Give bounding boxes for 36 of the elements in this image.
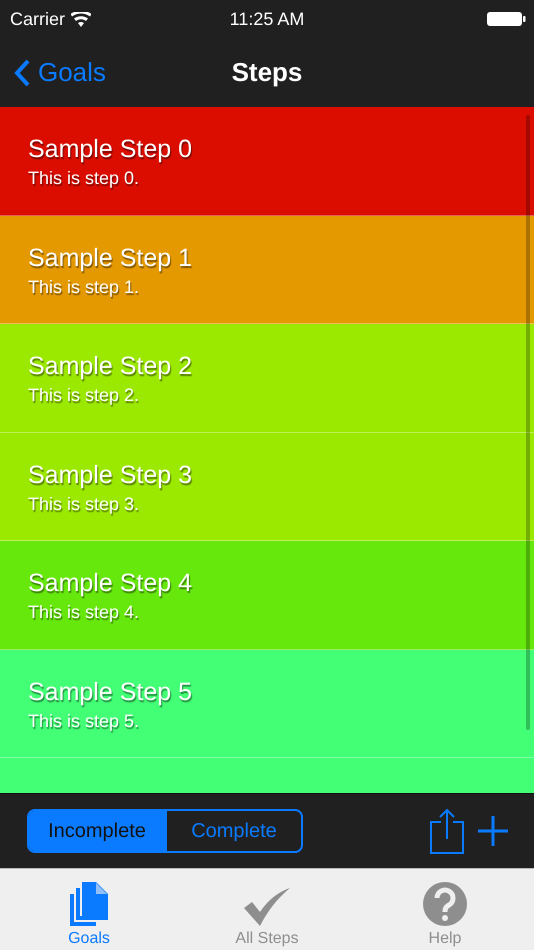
plus-icon — [478, 816, 508, 846]
documents-icon — [70, 882, 108, 926]
share-icon — [430, 808, 464, 854]
step-title: Sample Step 3 — [28, 460, 192, 490]
step-description: This is step 4. — [28, 602, 140, 623]
step-description: This is step 3. — [28, 494, 140, 514]
step-title: Sample Step 2 — [28, 352, 192, 381]
step-row[interactable]: Sample Step 2 This is step 2. — [0, 324, 534, 432]
wifi-icon — [71, 12, 92, 26]
step-description: This is step 5. — [28, 710, 140, 732]
nav-title: Steps — [232, 57, 302, 88]
help-icon — [423, 882, 467, 926]
segment-button[interactable]: Incomplete — [29, 811, 165, 851]
checkmark-icon — [244, 888, 290, 926]
share-button[interactable] — [430, 808, 464, 854]
carrier-label: Carrier — [10, 8, 66, 30]
step-row[interactable]: Sample Step 1 This is step 1. — [0, 216, 534, 324]
tab-item[interactable]: Goals — [0, 869, 178, 950]
tab-item[interactable]: Help — [356, 869, 534, 950]
step-description: This is step 1. — [28, 276, 140, 298]
tab-item[interactable]: All Steps — [178, 869, 356, 950]
step-description: This is step 0. — [28, 168, 140, 189]
add-button[interactable] — [478, 816, 508, 846]
battery-icon — [486, 11, 526, 27]
step-row[interactable]: Sample Step 0 This is step 0. — [0, 107, 534, 216]
status-time: 11:25 AM — [230, 8, 304, 30]
step-title: Sample Step 4 — [28, 569, 192, 598]
chevron-left-icon — [14, 58, 30, 86]
step-title: Sample Step 1 — [28, 244, 192, 272]
step-row[interactable]: Sample Step 3 This is step 3. — [0, 432, 534, 541]
segment-button[interactable]: Complete — [165, 811, 301, 851]
back-button[interactable]: Goals — [0, 56, 112, 89]
step-title: Sample Step 5 — [28, 678, 192, 706]
step-description: This is step 2. — [28, 385, 140, 406]
step-row[interactable]: Sample Step 4 This is step 4. — [0, 541, 534, 650]
step-title: Sample Step 0 — [28, 135, 192, 164]
